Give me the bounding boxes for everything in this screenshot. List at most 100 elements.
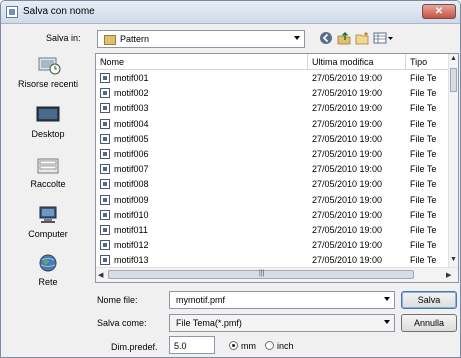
file-modified: 27/05/2010 19:00 [312, 164, 383, 175]
file-type: File Te [410, 209, 437, 220]
file-row[interactable]: motif003 27/05/2010 19:00 File Te [96, 101, 451, 116]
file-type: File Te [410, 255, 437, 266]
file-row[interactable]: motif011 27/05/2010 19:00 File Te [96, 223, 451, 238]
file-type: File Te [410, 73, 437, 83]
file-modified: 27/05/2010 19:00 [312, 103, 383, 114]
place-network[interactable]: Rete [5, 251, 91, 297]
file-type: File Te [410, 118, 437, 129]
up-folder-icon[interactable] [337, 31, 351, 45]
place-label: Raccolte [30, 179, 66, 189]
place-recent[interactable]: Risorse recenti [5, 53, 91, 99]
file-name: motif013 [114, 255, 149, 266]
file-type: File Te [410, 133, 437, 144]
app-icon [6, 6, 18, 18]
file-row[interactable]: motif008 27/05/2010 19:00 File Te [96, 177, 451, 192]
savetype-label: Salva come: [97, 318, 147, 328]
file-name: motif002 [114, 88, 149, 99]
new-folder-icon[interactable] [355, 31, 369, 45]
file-name: motif012 [114, 240, 149, 251]
file-modified: 27/05/2010 19:00 [312, 209, 383, 220]
unit-mm-label: mm [241, 341, 256, 351]
file-row[interactable]: motif010 27/05/2010 19:00 File Te [96, 208, 451, 223]
chevron-down-icon [384, 297, 390, 301]
recent-places-icon [38, 57, 61, 75]
unit-inch-label: inch [277, 341, 294, 351]
file-name: motif001 [114, 73, 149, 83]
save-button[interactable]: Salva [401, 291, 457, 309]
file-icon [100, 225, 110, 235]
file-icon [100, 179, 110, 190]
network-icon [39, 254, 57, 272]
sort-ascending-icon: ^ [100, 57, 104, 66]
vertical-scroll-thumb[interactable] [450, 68, 457, 92]
file-icon [100, 118, 110, 129]
file-name: motif006 [114, 149, 149, 159]
file-modified: 27/05/2010 19:00 [312, 88, 383, 99]
save-in-dropdown[interactable]: Pattern [97, 30, 305, 48]
unit-mm-radio[interactable] [229, 341, 238, 350]
file-row[interactable]: motif006 27/05/2010 19:00 File Te [96, 147, 451, 162]
desktop-icon [36, 106, 60, 122]
file-modified: 27/05/2010 19:00 [312, 240, 383, 251]
scroll-right-icon[interactable]: ▶ [446, 271, 451, 279]
place-libraries[interactable]: Raccolte [5, 153, 91, 199]
size-value: 5.0 [174, 341, 187, 351]
chevron-down-icon [384, 320, 390, 324]
file-name: motif005 [114, 133, 149, 144]
vertical-scrollbar[interactable]: ▲ ▼ [448, 54, 458, 268]
file-icon [100, 240, 110, 251]
file-name: motif003 [114, 103, 149, 114]
file-icon [100, 194, 110, 205]
file-name: motif010 [114, 209, 149, 220]
file-modified: 27/05/2010 19:00 [312, 255, 383, 266]
file-row[interactable]: motif007 27/05/2010 19:00 File Te [96, 162, 451, 177]
scroll-left-icon[interactable]: ◀ [98, 271, 103, 279]
size-input[interactable]: 5.0 [169, 336, 215, 354]
file-icon [100, 164, 110, 175]
savetype-dropdown[interactable]: File Tema(*.pmf) [169, 314, 395, 332]
save-as-dialog: Salva con nome ✕ Salva in: Pattern Risor… [0, 0, 461, 358]
file-modified: 27/05/2010 19:00 [312, 194, 383, 205]
file-modified: 27/05/2010 19:00 [312, 118, 383, 129]
grip-icon: ||| [259, 270, 265, 277]
unit-inch-radio[interactable] [265, 341, 274, 350]
file-row[interactable]: motif012 27/05/2010 19:00 File Te [96, 238, 451, 253]
file-row[interactable]: motif002 27/05/2010 19:00 File Te [96, 86, 451, 101]
file-name: motif004 [114, 118, 149, 129]
file-type: File Te [410, 88, 437, 99]
file-modified: 27/05/2010 19:00 [312, 133, 383, 144]
file-row[interactable]: motif005 27/05/2010 19:00 File Te [96, 132, 451, 147]
place-desktop[interactable]: Desktop [5, 103, 91, 149]
size-label: Dim.predef. [111, 342, 158, 352]
file-type: File Te [410, 194, 437, 205]
file-name: motif007 [114, 164, 149, 175]
column-header-type[interactable]: Tipo [406, 54, 452, 70]
file-icon [100, 255, 110, 266]
computer-icon [39, 206, 57, 223]
save-in-value: Pattern [120, 34, 150, 44]
scroll-up-icon[interactable]: ▲ [450, 55, 457, 62]
file-row[interactable]: motif001 27/05/2010 19:00 File Te [96, 71, 451, 86]
horizontal-scroll-thumb[interactable]: ||| [108, 270, 414, 279]
file-list[interactable]: Nome ^ Ultima modifica Tipo motif001 27/05… [95, 53, 459, 283]
place-label: Risorse recenti [17, 79, 79, 89]
scroll-down-icon[interactable]: ▼ [450, 256, 457, 263]
file-row[interactable]: motif009 27/05/2010 19:00 File Te [96, 193, 451, 208]
filename-input[interactable]: mymotif.pmf [169, 291, 395, 309]
close-button[interactable]: ✕ [422, 4, 456, 19]
save-in-label: Salva in: [46, 33, 81, 43]
cancel-button[interactable]: Annulla [401, 314, 457, 332]
horizontal-scrollbar[interactable]: ◀ ||| ▶ [96, 267, 458, 282]
file-type: File Te [410, 103, 437, 114]
title-bar: Salva con nome ✕ [1, 1, 460, 24]
view-menu-icon[interactable] [373, 31, 395, 45]
column-header-modified[interactable]: Ultima modifica [308, 54, 406, 70]
file-modified: 27/05/2010 19:00 [312, 225, 383, 235]
place-computer[interactable]: Computer [5, 203, 91, 249]
file-icon [100, 149, 110, 159]
place-label: Computer [28, 229, 68, 239]
column-header-name[interactable]: Nome ^ [96, 54, 308, 70]
file-row[interactable]: motif004 27/05/2010 19:00 File Te [96, 117, 451, 132]
back-icon[interactable] [319, 31, 333, 45]
file-icon [100, 73, 110, 83]
